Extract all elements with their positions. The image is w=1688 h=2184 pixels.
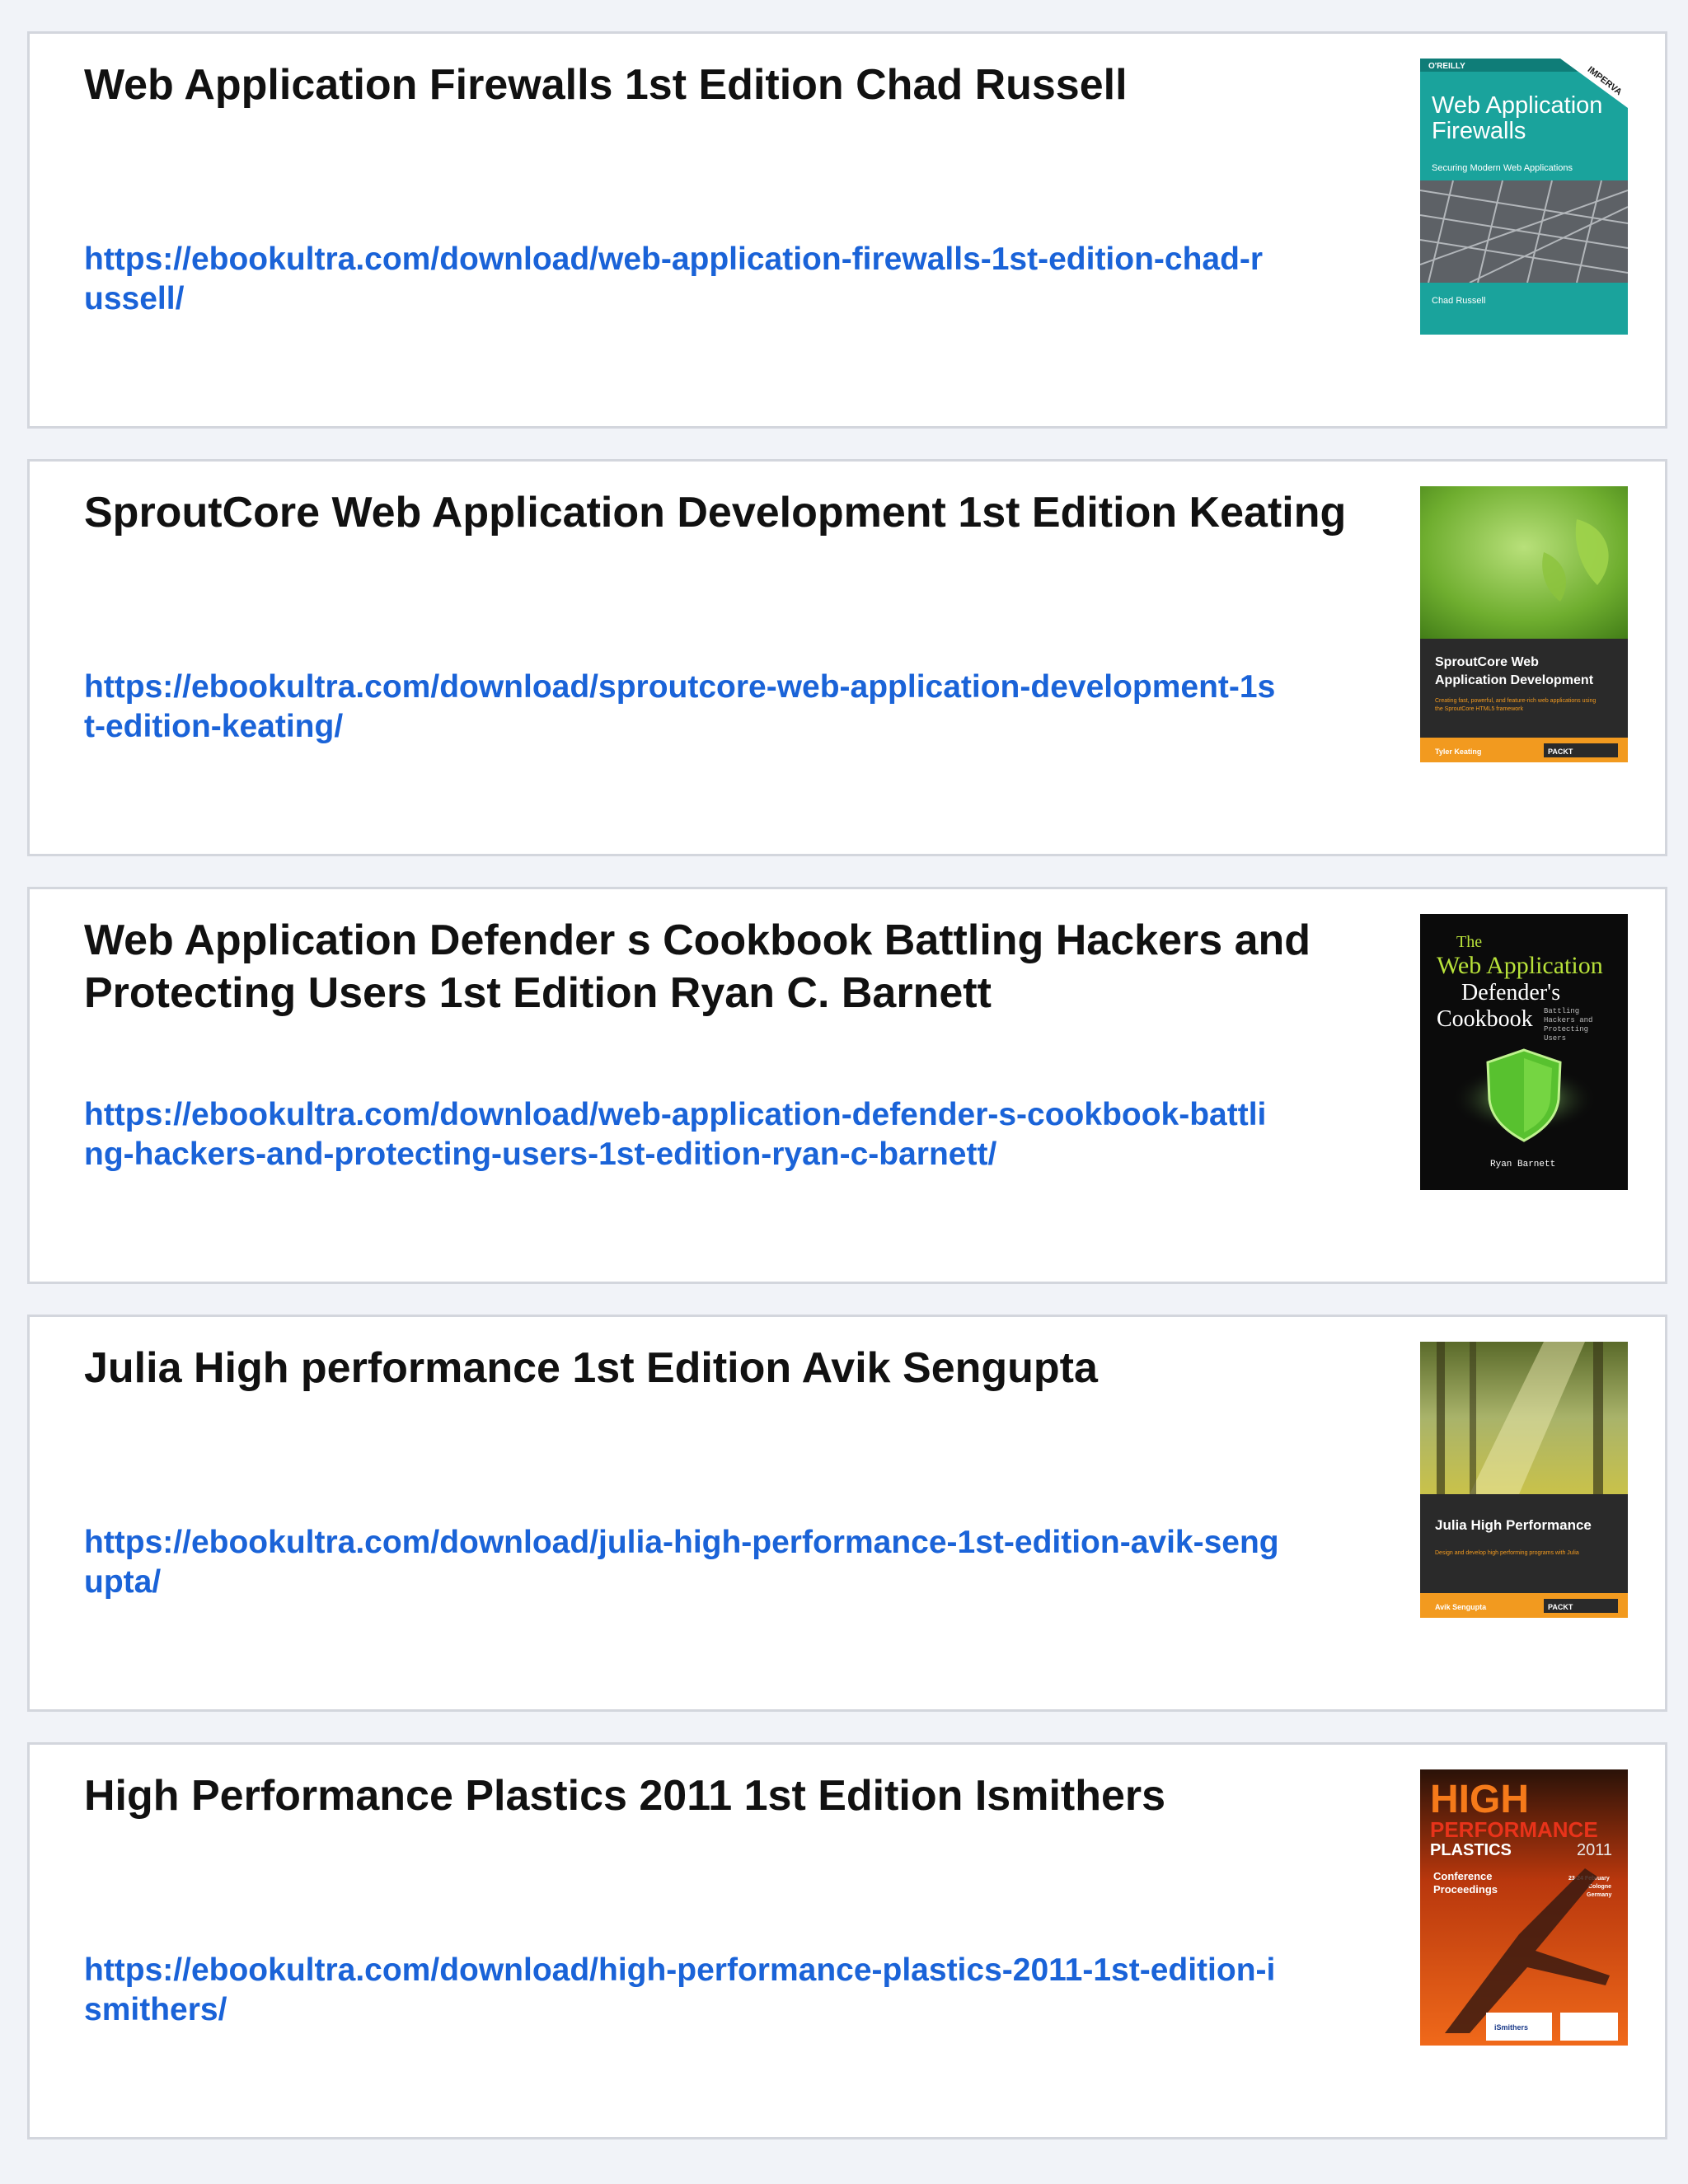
cover-conf-line1: Conference bbox=[1433, 1870, 1493, 1882]
cover-conf-line2: Proceedings bbox=[1433, 1883, 1498, 1896]
cover-title-line2: Defender's bbox=[1461, 980, 1560, 1005]
book-cover-image[interactable]: O'REILLY IMPERVA Web Application Firewal… bbox=[1420, 59, 1628, 335]
cover-title-line1: Web Application bbox=[1432, 92, 1602, 119]
book-download-link[interactable]: https://ebookultra.com/download/high-per… bbox=[84, 1951, 1279, 2030]
book-title: Web Application Defender s Cookbook Batt… bbox=[84, 916, 1311, 1017]
cover-line3: PLASTICS bbox=[1430, 1841, 1512, 1859]
cover-dates-line2: Cologne bbox=[1588, 1884, 1611, 1890]
cover-publisher: PACKT bbox=[1548, 1603, 1573, 1611]
cover-line1: HIGH bbox=[1430, 1778, 1529, 1821]
cover-title: Julia High Performance bbox=[1435, 1517, 1592, 1533]
cover-author: Chad Russell bbox=[1432, 296, 1485, 306]
cover-subtitle: Design and develop high performing progr… bbox=[1435, 1550, 1579, 1556]
book-title: Web Application Firewalls 1st Edition Ch… bbox=[84, 61, 1128, 109]
book-download-link[interactable]: https://ebookultra.com/download/julia-hi… bbox=[84, 1523, 1279, 1602]
cover-title-line2: Firewalls bbox=[1432, 118, 1526, 144]
book-download-link[interactable]: https://ebookultra.com/download/sproutco… bbox=[84, 668, 1279, 747]
cover-title-line3: Cookbook bbox=[1437, 1006, 1533, 1032]
book-title: SproutCore Web Application Development 1… bbox=[84, 489, 1347, 537]
cover-author: Avik Sengupta bbox=[1435, 1603, 1487, 1611]
cover-title-line1: Web Application bbox=[1437, 952, 1603, 979]
cover-subtitle-line1: Creating fast, powerful, and feature-ric… bbox=[1435, 698, 1596, 704]
book-title: High Performance Plastics 2011 1st Editi… bbox=[84, 1772, 1166, 1820]
book-cover-image[interactable]: The Web Application Defender's Cookbook … bbox=[1420, 914, 1628, 1190]
book-card: Web Application Defender s Cookbook Batt… bbox=[27, 887, 1667, 1284]
cover-side-line2: Hackers and bbox=[1544, 1016, 1592, 1024]
book-card: Julia High performance 1st Edition Avik … bbox=[27, 1315, 1667, 1712]
cover-subtitle-line2: the SproutCore HTML5 framework bbox=[1435, 706, 1523, 712]
cover-subtitle: Securing Modern Web Applications bbox=[1432, 163, 1573, 173]
book-card: High Performance Plastics 2011 1st Editi… bbox=[27, 1742, 1667, 2139]
book-card: SproutCore Web Application Development 1… bbox=[27, 459, 1667, 856]
book-card: Web Application Firewalls 1st Edition Ch… bbox=[27, 31, 1667, 429]
cover-line2: PERFORMANCE bbox=[1430, 1817, 1598, 1842]
book-download-link[interactable]: https://ebookultra.com/download/web-appl… bbox=[84, 240, 1279, 319]
cover-author: Tyler Keating bbox=[1435, 748, 1481, 756]
cover-publisher: O'REILLY bbox=[1428, 62, 1465, 71]
cover-side-line3: Protecting bbox=[1544, 1025, 1588, 1033]
cover-publisher: iSmithers bbox=[1494, 2023, 1528, 2032]
cover-title-line2: Application Development bbox=[1435, 673, 1594, 687]
book-download-link[interactable]: https://ebookultra.com/download/web-appl… bbox=[84, 1095, 1279, 1174]
cover-year: 2011 bbox=[1577, 1841, 1612, 1859]
cover-title-line1: SproutCore Web bbox=[1435, 655, 1539, 669]
cover-author: Ryan Barnett bbox=[1490, 1160, 1555, 1169]
book-cover-image[interactable]: SproutCore Web Application Development C… bbox=[1420, 486, 1628, 762]
cover-side-line1: Battling bbox=[1544, 1007, 1579, 1015]
book-title: Julia High performance 1st Edition Avik … bbox=[84, 1344, 1098, 1392]
cover-dates-line3: Germany bbox=[1587, 1892, 1611, 1898]
cover-publisher: PACKT bbox=[1548, 748, 1573, 756]
book-cover-image[interactable]: HIGH PERFORMANCE PLASTICS 2011 Conferenc… bbox=[1420, 1769, 1628, 2046]
book-cover-image[interactable]: Julia High Performance Design and develo… bbox=[1420, 1342, 1628, 1618]
cover-the: The bbox=[1456, 933, 1482, 951]
